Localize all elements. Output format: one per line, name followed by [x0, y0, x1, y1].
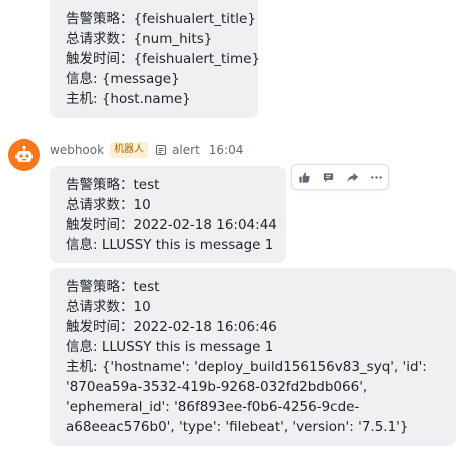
message-line: 告警策略：test: [66, 177, 160, 193]
more-icon[interactable]: [364, 165, 388, 189]
forward-icon[interactable]: [340, 165, 364, 189]
sender-name[interactable]: webhook: [50, 143, 104, 157]
message-action-toolbar: [291, 164, 389, 190]
message-line: 主机: {host.name}: [66, 91, 191, 107]
message-line: 触发时间：{feishualert_time}: [66, 51, 261, 67]
comment-icon[interactable]: [316, 165, 340, 189]
bot-avatar[interactable]: [8, 139, 40, 171]
message-subject: alert: [172, 143, 200, 157]
thumbs-up-icon[interactable]: [292, 165, 316, 189]
message-line: 信息: LLUSSY this is message 1: [66, 339, 274, 355]
message-line: 总请求数：10: [66, 197, 151, 213]
message-time: 16:04: [208, 143, 244, 157]
message-bubble[interactable]: 告警策略：test 总请求数：10 触发时间：2022-02-18 16:06:…: [50, 268, 456, 446]
message-line: '870ea59a-3532-419b-9268-032fd2bdb066',: [66, 379, 368, 395]
bot-tag: 机器人: [110, 142, 149, 158]
message-line: 触发时间：2022-02-18 16:06:46: [66, 319, 277, 335]
message-line: 'ephemeral_id': '86f893ee-f0b6-4256-9cde…: [66, 399, 360, 415]
message-line: 信息: LLUSSY this is message 1: [66, 237, 274, 253]
message-line: 总请求数：{num_hits}: [66, 31, 213, 47]
message-line: 告警策略：{feishualert_title}: [66, 11, 256, 27]
message-line: 触发时间：2022-02-18 16:04:44: [66, 217, 277, 233]
message-meta: webhook 机器人 alert 16:04: [50, 141, 243, 159]
message-line: 信息: {message}: [66, 71, 180, 87]
message-line: 总请求数：10: [66, 299, 151, 315]
message-line: 告警策略：test: [66, 279, 160, 295]
document-icon: [155, 144, 167, 156]
message-line: 主机: {'hostname': 'deploy_build156156v83_…: [66, 359, 427, 375]
robot-icon: [15, 145, 33, 162]
message-bubble-template: 告警策略：{feishualert_title} 总请求数：{num_hits}…: [50, 0, 261, 118]
message-line: a68eeac576b0', 'type': 'filebeat', 'vers…: [66, 419, 409, 435]
message-bubble[interactable]: 告警策略：test 总请求数：10 触发时间：2022-02-18 16:04:…: [50, 166, 286, 263]
